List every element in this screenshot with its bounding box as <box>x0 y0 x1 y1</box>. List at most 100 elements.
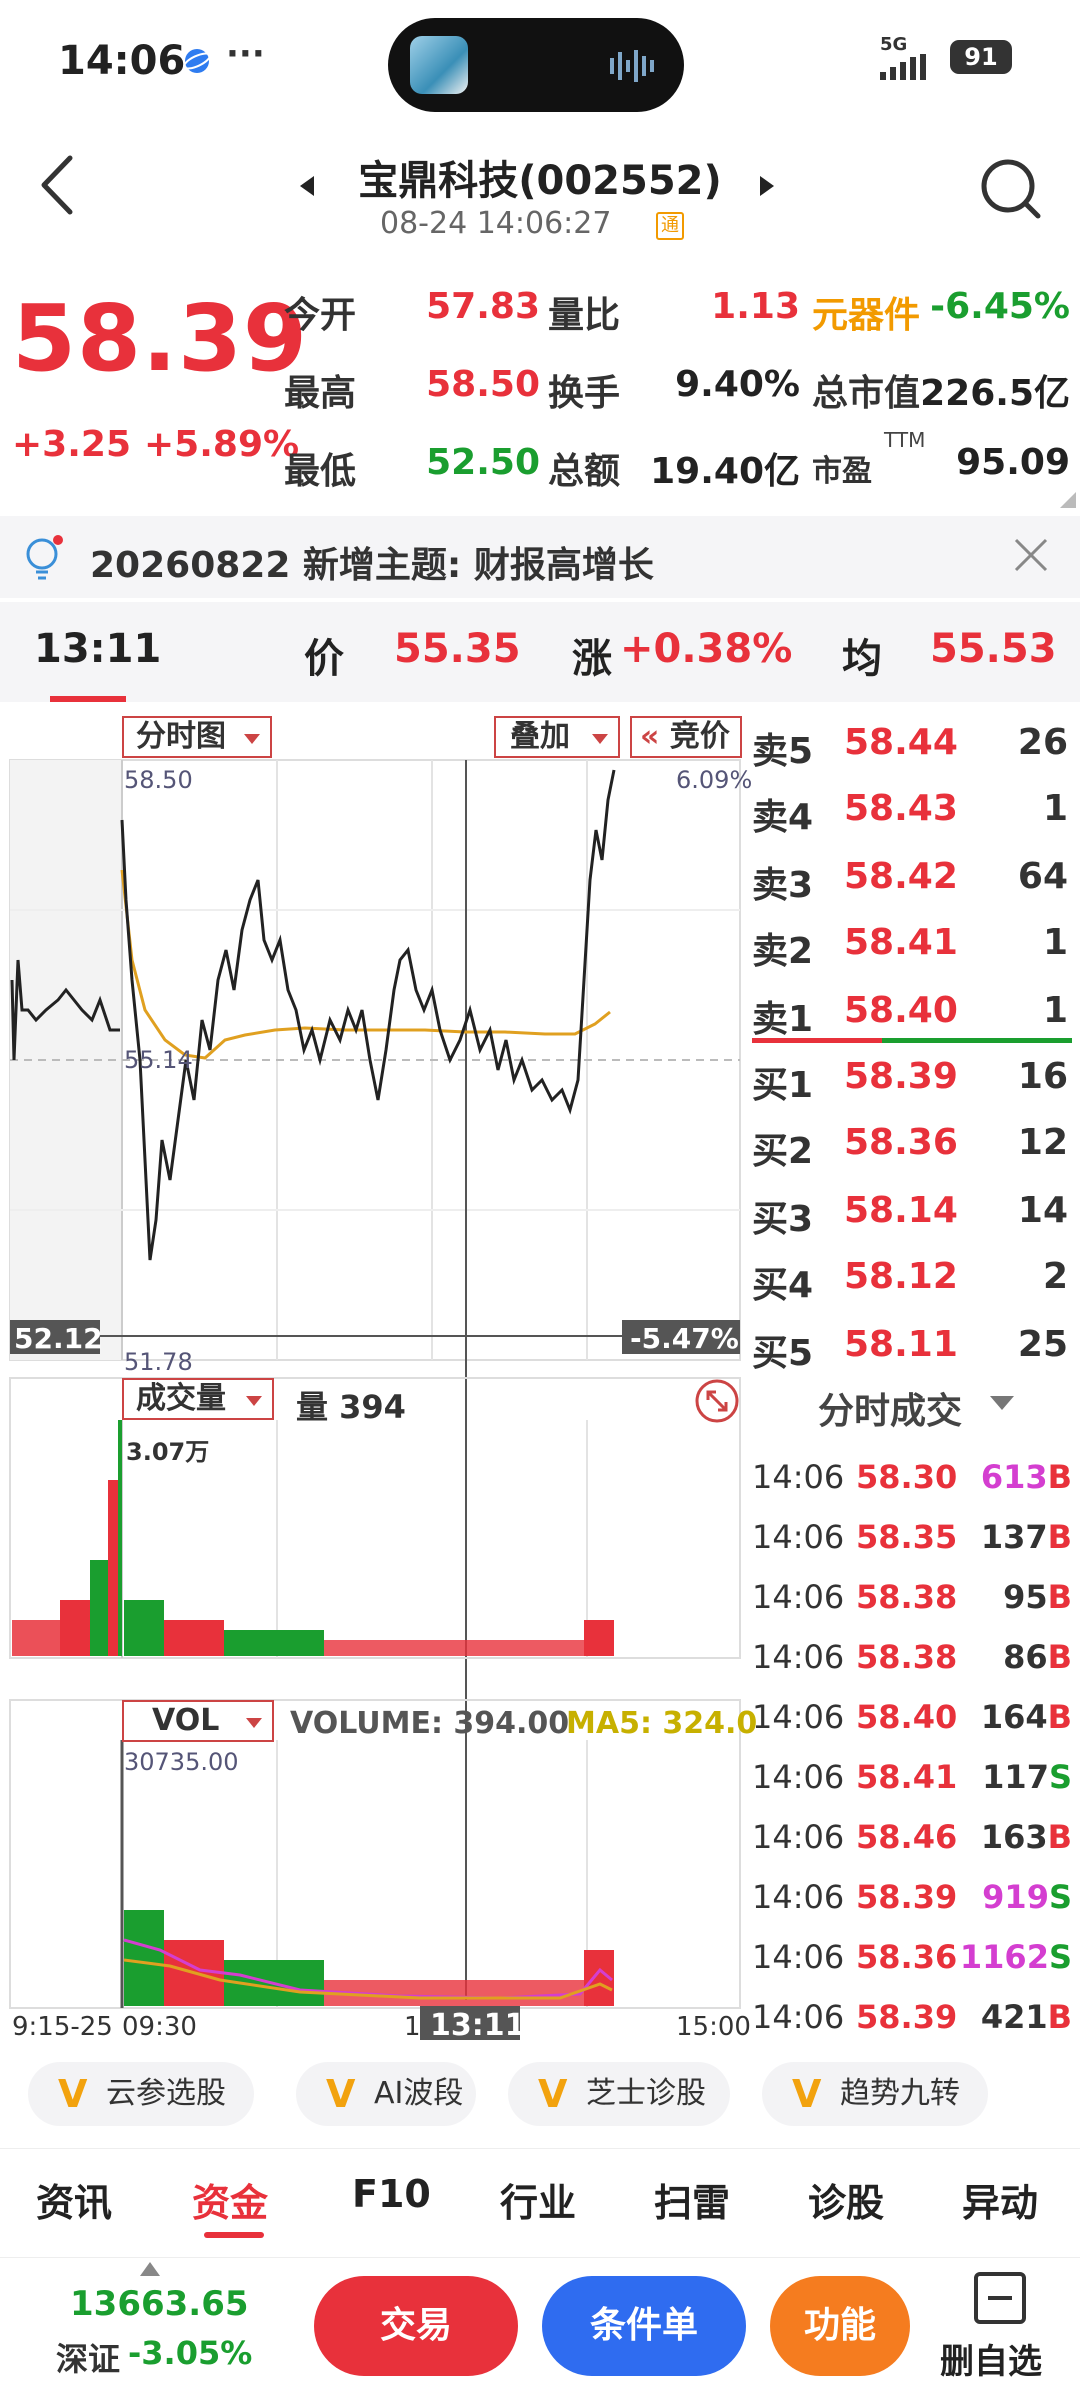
remove-watchlist-label[interactable]: 删自选 <box>940 2334 1042 2383</box>
tick-row: 14:06 58.35 137B <box>752 1508 1080 1568</box>
caret-down-icon[interactable] <box>990 1396 1014 1410</box>
close-icon[interactable] <box>1006 530 1056 580</box>
next-stock-arrow-icon[interactable] <box>760 176 774 196</box>
tick-time: 14:06 <box>752 1998 845 2036</box>
order-book-row[interactable]: 买3 58.14 14 <box>752 1180 1080 1246</box>
cursor-price-tag: 52.12 <box>14 1322 103 1355</box>
chip-label: 芝士诊股 <box>586 2076 706 2111</box>
order-book-row[interactable]: 买5 58.11 25 <box>752 1314 1080 1380</box>
mktcap-value: 226.5亿 <box>920 373 1070 414</box>
v-badge-icon: V <box>58 2072 88 2116</box>
caret-down-icon <box>246 1396 262 1406</box>
feature-chip[interactable]: V AI波段 <box>296 2062 476 2126</box>
order-price: 58.40 <box>844 990 958 1031</box>
trade-button[interactable]: 交易 <box>314 2276 518 2376</box>
order-volume: 25 <box>1017 1324 1068 1365</box>
order-book-row[interactable]: 卖4 58.43 1 <box>752 778 1080 844</box>
tick-row: 14:06 58.46 163B <box>752 1808 1080 1868</box>
v-badge-icon: V <box>326 2072 356 2116</box>
v-badge-icon: V <box>792 2072 822 2116</box>
search-icon[interactable] <box>978 156 1044 222</box>
order-level-label: 卖1 <box>752 999 814 1040</box>
order-book-divider-ask <box>752 1038 882 1043</box>
feature-chip[interactable]: V 芝士诊股 <box>508 2062 730 2126</box>
caret-down-icon <box>592 734 608 744</box>
order-book-row[interactable]: 买1 58.39 16 <box>752 1046 1080 1112</box>
order-book-row[interactable]: 卖3 58.42 64 <box>752 846 1080 912</box>
tick-price: 58.30 <box>856 1458 958 1496</box>
volume-dropdown[interactable]: 成交量 <box>122 1378 274 1420</box>
chip-label: 趋势九转 <box>840 2076 960 2111</box>
tab-item[interactable]: 诊股 <box>808 2172 884 2227</box>
status-more-dots: ··· <box>226 34 265 74</box>
expand-chart-icon[interactable] <box>694 1378 740 1424</box>
chart-price-mid: 55.14 <box>124 1046 193 1074</box>
conditional-order-button[interactable]: 条件单 <box>542 2276 746 2376</box>
volume-tab-label: 成交量 <box>136 1381 226 1416</box>
cursor-avg-label: 均 <box>842 636 882 682</box>
function-button[interactable]: 功能 <box>770 2276 910 2376</box>
bulb-icon <box>26 535 63 580</box>
order-book-row[interactable]: 卖5 58.44 26 <box>752 712 1080 778</box>
tick-time: 14:06 <box>752 1458 845 1496</box>
tab-item[interactable]: F10 <box>352 2172 431 2216</box>
overlay-dropdown[interactable]: 叠加 <box>494 716 620 758</box>
order-price: 58.44 <box>844 722 958 763</box>
indicator-dropdown[interactable]: VOL <box>122 1700 274 1742</box>
intraday-chart[interactable] <box>0 700 750 2040</box>
back-arrow-icon[interactable] <box>32 150 82 220</box>
tab-item[interactable]: 扫雷 <box>654 2172 730 2227</box>
vol-ratio-label: 量比 <box>548 295 621 336</box>
tick-volume: 164B <box>980 1698 1072 1736</box>
volume-max: 3.07万 <box>126 1438 210 1466</box>
order-level-label: 卖4 <box>752 797 814 838</box>
order-book-row[interactable]: 卖2 58.41 1 <box>752 912 1080 978</box>
tick-volume: 1162S <box>959 1938 1072 1976</box>
tab-item[interactable]: 行业 <box>500 2172 576 2227</box>
chart-pct-high: 6.09% <box>676 766 753 794</box>
notification-text: 20260822 新增主题: 财报高增长 <box>90 545 654 586</box>
order-volume: 2 <box>1042 1256 1068 1297</box>
tick-time: 14:06 <box>752 1818 845 1856</box>
turnover-value: 9.40% <box>675 364 800 405</box>
order-book-row[interactable]: 卖1 58.40 1 <box>752 980 1080 1046</box>
cursor-info-bar: 13:11 价 55.35 涨 +0.38% 均 55.53 <box>0 602 1080 702</box>
quote-datetime: 08-24 14:06:27 <box>380 206 612 241</box>
order-price: 58.12 <box>844 1256 958 1297</box>
order-book-row[interactable]: 买4 58.12 2 <box>752 1246 1080 1312</box>
tick-time: 14:06 <box>752 1938 845 1976</box>
high-value: 58.50 <box>426 364 540 405</box>
chart-mode-dropdown[interactable]: 分时图 <box>122 716 272 758</box>
ticks-title[interactable]: 分时成交 <box>818 1382 962 1434</box>
app-notification-icon <box>183 49 211 73</box>
expand-corner-icon[interactable] <box>1060 492 1076 508</box>
order-volume: 1 <box>1042 990 1068 1031</box>
cursor-time: 13:11 <box>34 626 162 672</box>
order-book-row[interactable]: 买2 58.36 12 <box>752 1112 1080 1178</box>
cursor-price-label: 价 <box>304 636 344 682</box>
tick-price: 58.41 <box>856 1758 958 1796</box>
tab-item[interactable]: 资讯 <box>36 2172 112 2227</box>
chart-price-high: 58.50 <box>124 766 193 794</box>
tick-volume: 137B <box>980 1518 1072 1556</box>
dynamic-island[interactable] <box>388 18 684 112</box>
theme-notification[interactable]: 20260822 新增主题: 财报高增长 <box>0 516 1080 598</box>
remove-watchlist-icon[interactable] <box>974 2272 1026 2324</box>
order-volume: 14 <box>1017 1190 1068 1231</box>
feature-chip[interactable]: V 云参选股 <box>28 2062 254 2126</box>
auction-button[interactable]: « 竞价 <box>630 716 742 758</box>
feature-chip[interactable]: V 趋势九转 <box>762 2062 988 2126</box>
chart-mode-label: 分时图 <box>136 719 226 754</box>
sector-name[interactable]: 元器件 <box>812 286 920 338</box>
tab-item[interactable]: 资金 <box>192 2172 268 2227</box>
order-level-label: 卖5 <box>752 731 814 772</box>
index-value[interactable]: 13663.65 <box>70 2284 249 2324</box>
tick-volume: 919S <box>982 1878 1072 1916</box>
tick-volume: 117S <box>982 1758 1072 1796</box>
mktcap-label: 总市值 <box>812 373 921 414</box>
tick-row: 14:06 58.39 919S <box>752 1868 1080 1928</box>
tab-item[interactable]: 异动 <box>962 2172 1038 2227</box>
volume-bars <box>12 1420 614 1656</box>
audio-wave-icon <box>610 50 654 82</box>
indicator-tab-label: VOL <box>152 1703 220 1738</box>
